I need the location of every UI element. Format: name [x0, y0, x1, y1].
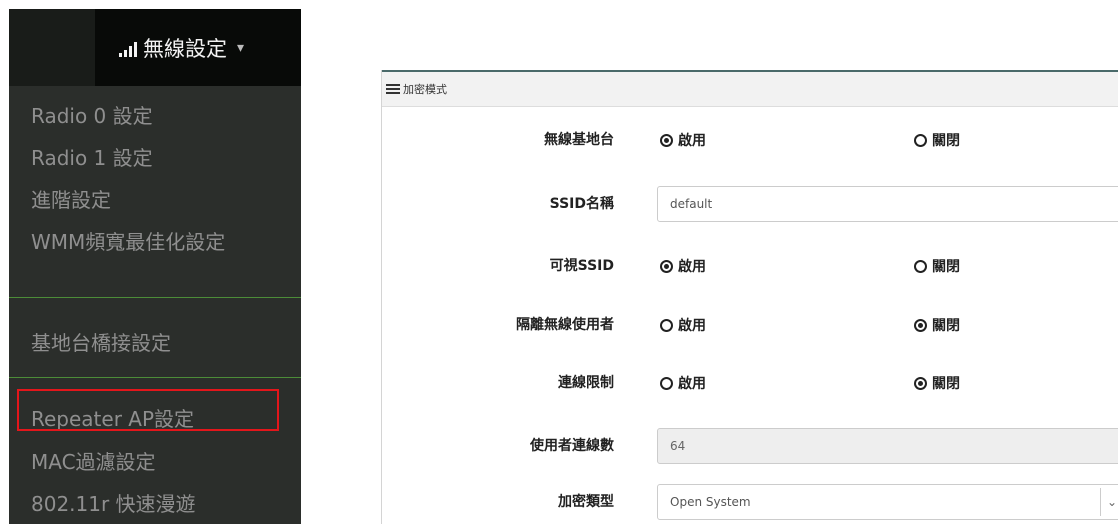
panel-title: 加密模式	[403, 83, 447, 96]
radio-checked-icon	[914, 376, 927, 390]
menu-dropdown-list: Radio 0 設定 Radio 1 設定 進階設定 WMM頻寬最佳化設定 基地…	[9, 86, 301, 524]
caret-down-icon: ▾	[237, 39, 245, 56]
row-client-isolation: 隔離無線使用者 啟用 關閉	[382, 305, 1118, 345]
radio-checked-icon	[660, 259, 673, 273]
menu-divider	[9, 297, 301, 298]
max-connections-input: 64	[657, 428, 1118, 464]
radio-label: 啟用	[678, 133, 706, 149]
menu-item-radio1[interactable]: Radio 1 設定	[9, 137, 301, 179]
wireless-settings-dropdown-toggle[interactable]: 無線設定 ▾	[95, 9, 301, 86]
radio-checked-icon	[660, 133, 673, 147]
wireless-ap-disable-radio[interactable]: 關閉	[914, 120, 960, 160]
radio-unchecked-icon	[914, 133, 927, 147]
radio-label: 啟用	[678, 318, 706, 334]
visible-ssid-enable-radio[interactable]: 啟用	[660, 246, 706, 286]
client-isolation-enable-radio[interactable]: 啟用	[660, 305, 706, 345]
radio-label: 啟用	[678, 259, 706, 275]
connection-limit-enable-radio[interactable]: 啟用	[660, 363, 706, 403]
connection-limit-label: 連線限制	[558, 375, 614, 391]
menu-item-mac-filter[interactable]: MAC過濾設定	[9, 441, 301, 483]
menu-divider	[9, 377, 301, 378]
client-isolation-label: 隔離無線使用者	[516, 317, 614, 333]
encryption-type-label: 加密類型	[558, 494, 614, 510]
radio-label: 關閉	[932, 133, 960, 149]
visible-ssid-disable-radio[interactable]: 關閉	[914, 246, 960, 286]
client-isolation-disable-radio[interactable]: 關閉	[914, 305, 960, 345]
encryption-type-select[interactable]: Open System	[657, 484, 1118, 520]
radio-label: 關閉	[932, 376, 960, 392]
chevron-down-icon[interactable]: ⌄	[1100, 488, 1118, 516]
ssid-input[interactable]: default	[657, 186, 1118, 222]
row-visible-ssid: 可視SSID 啟用 關閉	[382, 246, 1118, 286]
radio-unchecked-icon	[660, 318, 673, 332]
visible-ssid-label: 可視SSID	[549, 258, 614, 274]
radio-label: 啟用	[678, 376, 706, 392]
row-wireless-ap: 無線基地台 啟用 關閉	[382, 120, 1118, 160]
menu-item-radio0[interactable]: Radio 0 設定	[9, 95, 301, 137]
row-encryption-type: 加密類型 Open System ⌄	[382, 482, 1118, 522]
menu-item-advanced[interactable]: 進階設定	[9, 179, 301, 221]
radio-unchecked-icon	[914, 259, 927, 273]
panel-header: 加密模式	[382, 72, 1118, 107]
highlight-box	[17, 389, 279, 431]
wireless-ap-enable-radio[interactable]: 啟用	[660, 120, 706, 160]
menu-item-fast-roaming[interactable]: 802.11r 快速漫遊	[9, 483, 301, 525]
encryption-settings-panel: 加密模式 無線基地台 啟用 關閉 SSID名稱 default 可視SSID 啟…	[381, 70, 1118, 524]
radio-unchecked-icon	[660, 376, 673, 390]
wireless-ap-label: 無線基地台	[544, 132, 614, 148]
row-ssid: SSID名稱 default	[382, 184, 1118, 224]
row-max-connections: 使用者連線數 64	[382, 426, 1118, 466]
radio-label: 關閉	[932, 318, 960, 334]
wireless-settings-menu: 無線設定 ▾ Radio 0 設定 Radio 1 設定 進階設定 WMM頻寬最…	[9, 9, 301, 524]
signal-bars-icon	[119, 39, 137, 57]
menu-item-wmm[interactable]: WMM頻寬最佳化設定	[9, 221, 301, 263]
max-connections-label: 使用者連線數	[530, 438, 614, 454]
menu-header: 無線設定 ▾	[9, 9, 301, 86]
list-icon	[386, 84, 400, 94]
ssid-label: SSID名稱	[549, 196, 614, 212]
menu-item-bridge[interactable]: 基地台橋接設定	[9, 322, 301, 364]
connection-limit-disable-radio[interactable]: 關閉	[914, 363, 960, 403]
radio-label: 關閉	[932, 259, 960, 275]
row-connection-limit: 連線限制 啟用 關閉	[382, 363, 1118, 403]
radio-checked-icon	[914, 318, 927, 332]
menu-header-label: 無線設定	[143, 36, 227, 61]
